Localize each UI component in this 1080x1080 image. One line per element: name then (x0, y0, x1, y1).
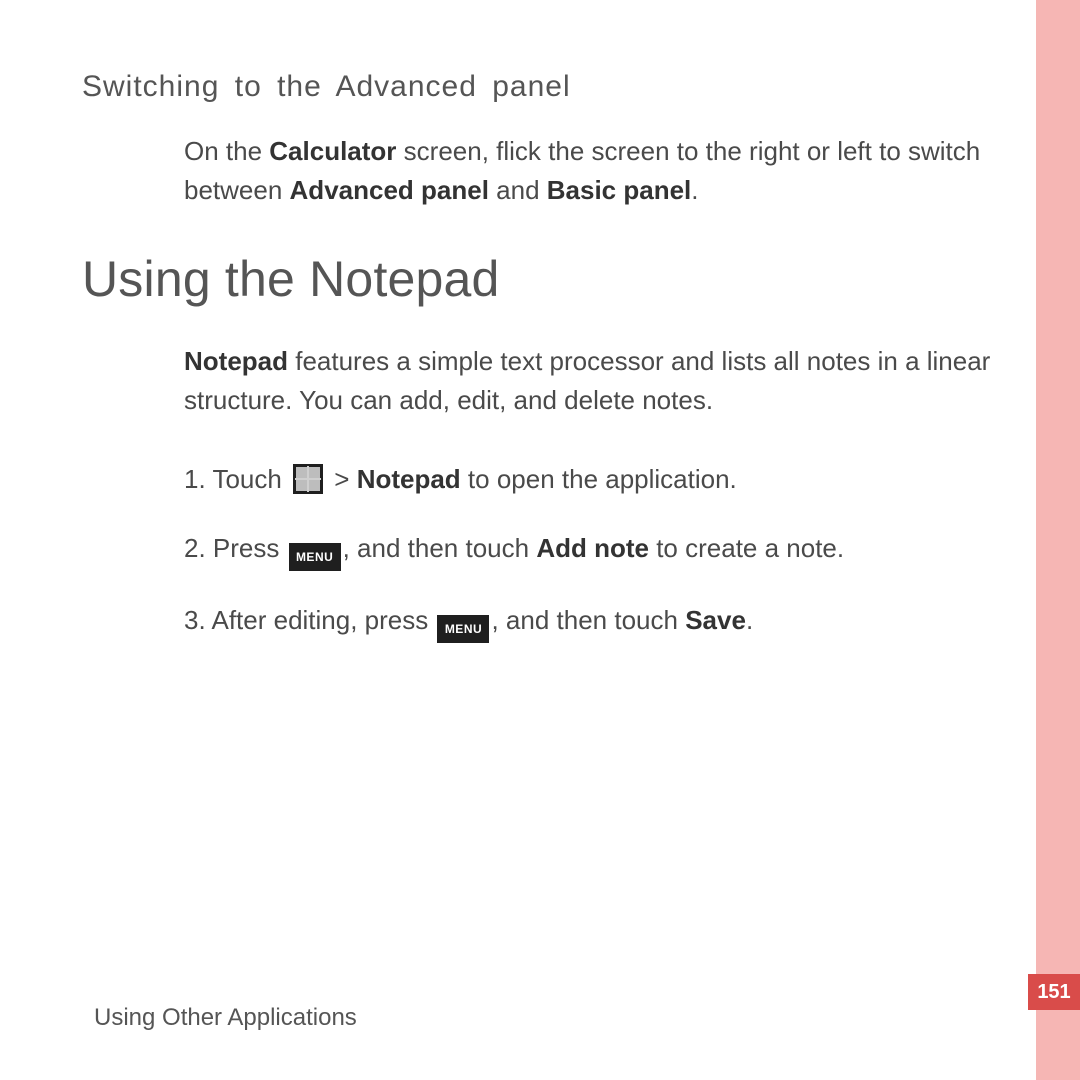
bold-save: Save (685, 605, 746, 635)
step-number: 3. (184, 605, 211, 635)
bold-basic-panel: Basic panel (547, 175, 692, 205)
step-1: 1. Touch > Notepad to open the applicati… (184, 460, 1014, 499)
page-content: Switching to the Advanced panel On the C… (82, 70, 1014, 673)
apps-grid-icon (293, 464, 323, 494)
menu-key-icon: MENU (289, 543, 341, 571)
bold-notepad: Notepad (184, 346, 288, 376)
step-number: 1. (184, 464, 212, 494)
step-number: 2. (184, 533, 213, 563)
step-2: 2. Press MENU, and then touch Add note t… (184, 529, 1014, 571)
text: . (746, 605, 753, 635)
page-number-badge: 151 (1028, 974, 1080, 1010)
text: . (691, 175, 698, 205)
bold-add-note: Add note (536, 533, 649, 563)
menu-key-icon: MENU (437, 615, 489, 643)
text: On the (184, 136, 269, 166)
text: Touch (212, 464, 289, 494)
para-notepad-intro: Notepad features a simple text processor… (184, 342, 1014, 420)
heading-using-notepad: Using the Notepad (82, 250, 1014, 308)
subheading-switching: Switching to the Advanced panel (82, 70, 1014, 104)
bold-calculator: Calculator (269, 136, 396, 166)
text: After editing, press (211, 605, 435, 635)
bold-notepad-app: Notepad (357, 464, 461, 494)
text: > (327, 464, 357, 494)
step-3: 3. After editing, press MENU, and then t… (184, 601, 1014, 643)
side-accent-bar (1036, 0, 1080, 1080)
footer-chapter: Using Other Applications (94, 1004, 357, 1032)
text: and (489, 175, 547, 205)
text: to create a note. (649, 533, 844, 563)
bold-advanced-panel: Advanced panel (290, 175, 489, 205)
text: features a simple text processor and lis… (184, 346, 990, 415)
para-calculator: On the Calculator screen, flick the scre… (184, 132, 1014, 210)
text: , and then touch (491, 605, 685, 635)
text: , and then touch (343, 533, 537, 563)
text: to open the application. (461, 464, 737, 494)
text: Press (213, 533, 287, 563)
